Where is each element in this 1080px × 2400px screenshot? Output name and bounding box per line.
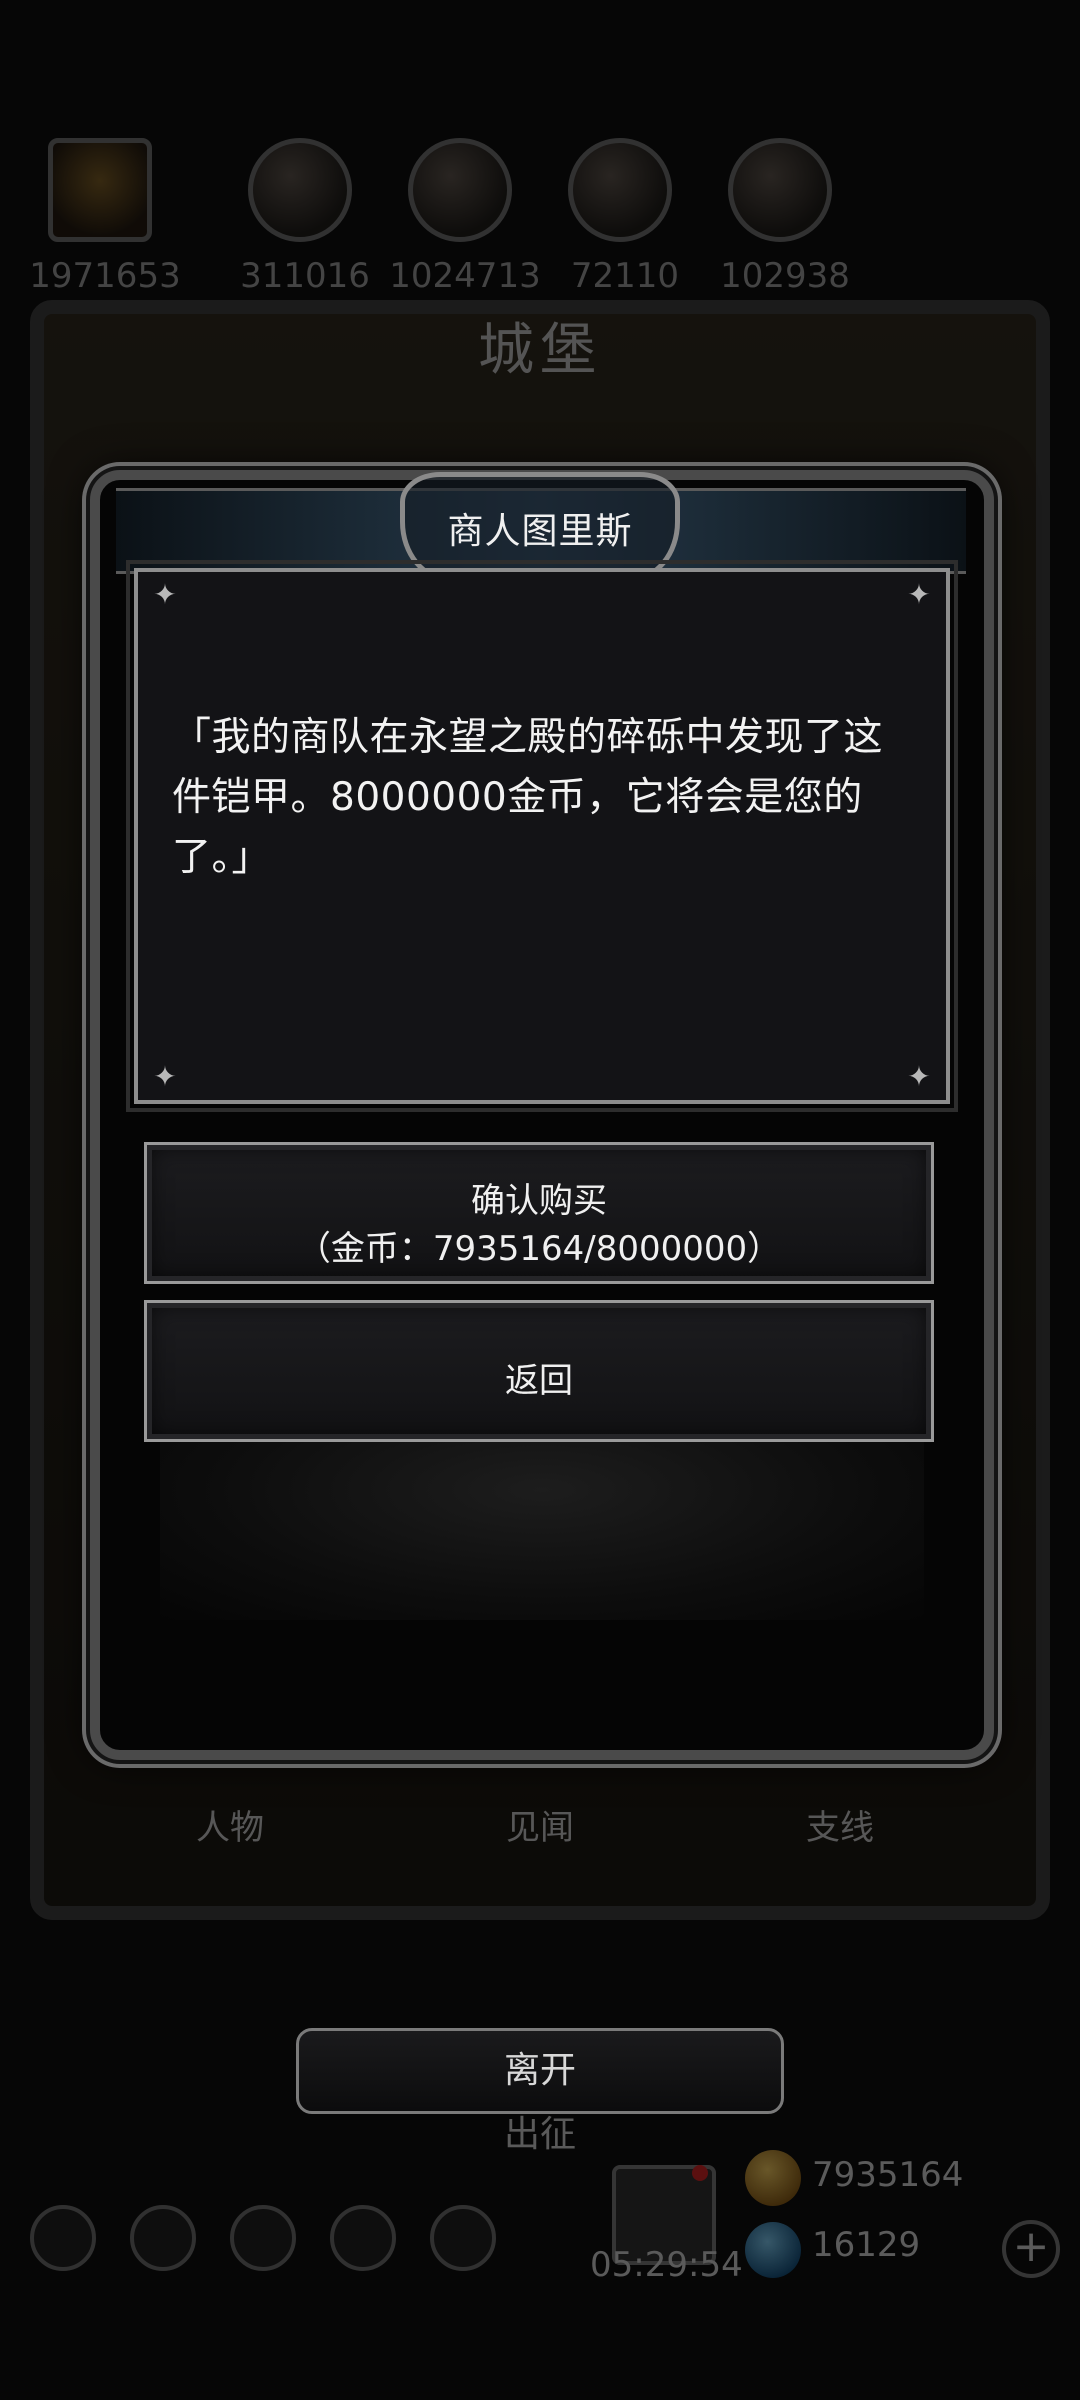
gold-amount: 7935164 <box>812 2155 964 2195</box>
ore-resource-icon <box>248 138 352 242</box>
iron-resource-icon <box>568 138 672 242</box>
resource-slot: 1024713 <box>389 138 541 296</box>
gem-icon <box>745 2222 801 2278</box>
confirm-purchase-label: 确认购买 <box>471 1181 607 1221</box>
back-button-label: 返回 <box>505 1361 573 1401</box>
menu-circle-icon[interactable] <box>30 2205 96 2271</box>
corner-star-icon: ✦ <box>153 578 177 611</box>
tab-news[interactable]: 见闻 <box>430 1800 650 1849</box>
gold-coin-icon <box>745 2150 801 2206</box>
resource-value: 1971653 <box>29 256 181 296</box>
resource-value: 102938 <box>720 256 850 296</box>
menu-circle-icon[interactable] <box>330 2205 396 2271</box>
notification-dot <box>692 2165 708 2181</box>
gold-cost-label: （金币：7935164/8000000） <box>296 1229 782 1269</box>
back-button[interactable]: 返回 <box>144 1300 934 1442</box>
resource-value: 1024713 <box>389 256 541 296</box>
gem-amount: 16129 <box>812 2225 921 2265</box>
resource-slot: 311016 <box>240 138 370 296</box>
corner-star-icon: ✦ <box>907 578 931 611</box>
resource-slot: 72110 <box>560 138 680 296</box>
resource-slot: 102938 <box>720 138 850 296</box>
confirm-purchase-button[interactable]: 确认购买 （金币：7935164/8000000） <box>144 1142 934 1284</box>
menu-circle-icon[interactable] <box>230 2205 296 2271</box>
castle-title: 城堡 <box>478 318 602 383</box>
leave-button[interactable]: 离开 <box>296 2028 784 2114</box>
bottom-menu-icons <box>30 2205 510 2285</box>
crystal-resource-icon <box>728 138 832 242</box>
add-currency-icon[interactable]: + <box>1002 2220 1060 2278</box>
screen: 1971653 311016 1024713 72110 102938 城堡 人… <box>0 0 1080 2400</box>
tab-character[interactable]: 人物 <box>120 1800 340 1849</box>
hero-portrait-icon <box>48 138 152 242</box>
tab-side-quest[interactable]: 支线 <box>730 1800 950 1849</box>
castle-tab-bar: 人物 见闻 支线 <box>90 1800 990 1880</box>
corner-star-icon: ✦ <box>153 1060 177 1093</box>
merchant-message: 「我的商队在永望之殿的碎砾中发现了这件铠甲。8000000金币，它将会是您的了。… <box>172 715 884 880</box>
resource-value: 72110 <box>570 256 680 296</box>
countdown-timer: 05:29:54 <box>590 2245 743 2285</box>
resource-slot: 1971653 <box>29 138 181 296</box>
resource-bar: 1971653 311016 1024713 72110 102938 <box>29 138 1050 296</box>
resource-value: 311016 <box>240 256 370 296</box>
menu-circle-icon[interactable] <box>130 2205 196 2271</box>
wood-resource-icon <box>408 138 512 242</box>
dialog-title: 商人图里斯 <box>447 511 633 552</box>
menu-circle-icon[interactable] <box>430 2205 496 2271</box>
corner-star-icon: ✦ <box>907 1060 931 1093</box>
